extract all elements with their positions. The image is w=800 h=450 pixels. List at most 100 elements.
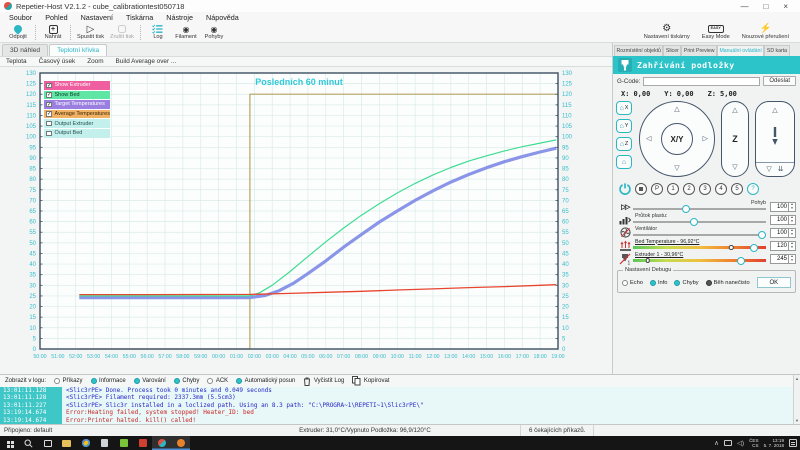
extruder-temp-value-spinner[interactable]: 245▴▾ [770,254,796,264]
log-filter-4[interactable]: ACK [207,378,228,384]
menu-item-2[interactable]: Nastavení [81,13,113,22]
prusa-app-taskbar-icon[interactable] [171,436,190,450]
radio-icon[interactable] [674,280,680,286]
pdf-reader-taskbar-icon[interactable] [133,436,152,450]
legend-item-2[interactable]: ✓Target Temperatures [44,100,110,109]
debug-option-0[interactable]: Echo [622,280,643,286]
speaker-icon[interactable]: ◁) [737,439,744,447]
checkbox-icon[interactable] [46,131,52,137]
park-button[interactable]: P [651,183,663,195]
disconnect-button[interactable]: Odpojit [4,24,32,40]
view-tab-0[interactable]: 3D náhled [2,44,48,56]
bed-temp-slider-knob[interactable] [750,244,758,252]
xy-jog-pad[interactable]: △ ▽ ◁ ▷ X/Y [639,101,715,177]
toggle-log-button[interactable]: Log [144,24,172,40]
log-filter-0[interactable]: Příkazy [54,378,83,384]
gcode-input[interactable] [643,77,760,86]
power-button[interactable] [618,183,631,196]
extrude-icon[interactable]: ▽ [766,165,771,173]
extruder-temp-slider-knob[interactable] [737,257,745,265]
extrude-fast-icon[interactable]: ⇊ [778,165,784,173]
jog-x-minus-icon[interactable]: ◁ [646,136,651,143]
calculator-taskbar-icon[interactable] [95,436,114,450]
fan-slider-knob[interactable] [758,231,766,239]
legend-item-0[interactable]: ✓Show Extruder [44,81,110,90]
z-down-icon[interactable]: ▽ [732,164,737,171]
start-print-button[interactable]: ▷Spustit tisk [74,24,107,40]
log-filter-1[interactable]: Informace [91,378,126,384]
radio-icon[interactable] [622,280,628,286]
preset-2-button[interactable]: 2 [683,183,695,195]
feedrate-value-spinner[interactable]: 100▴▾ [770,202,796,212]
printer-settings-button[interactable]: ⚙Nastavení tiskárny [641,24,693,40]
jog-y-plus-icon[interactable]: △ [674,106,679,113]
language-indicator[interactable]: ČESCS [749,438,758,449]
preset-1-button[interactable]: 1 [667,183,679,195]
log-filter-2[interactable]: Varování [134,378,166,384]
flowrate-value-spinner[interactable]: 100▴▾ [770,215,796,225]
search-taskbar-icon[interactable] [19,436,38,450]
home-y-button[interactable]: ⌂Y [616,119,632,133]
chart-menu-item-0[interactable]: Teplota [6,58,27,65]
slic3r-taskbar-icon[interactable] [114,436,133,450]
checkbox-icon[interactable]: ✓ [46,102,52,108]
legend-item-3[interactable]: ✓Average Temperatures [44,110,110,119]
show-filament-button[interactable]: ◉Filament [172,24,200,40]
log-filter-5[interactable]: Automatický posun [236,378,295,384]
panel-tab-1[interactable]: Slicer [663,45,681,56]
log-filter-6[interactable]: Vyčistit Log [303,377,344,386]
send-button[interactable]: Odeslat [763,76,796,86]
ok-button[interactable]: OK [757,277,791,288]
legend-item-5[interactable]: Output Bed [44,129,110,138]
retract-icon[interactable]: △ [772,107,777,114]
scroll-down-icon[interactable]: ▼ [795,418,799,423]
menu-item-0[interactable]: Soubor [9,13,32,22]
menu-item-5[interactable]: Nápověda [206,13,239,22]
checkbox-icon[interactable] [46,121,52,127]
panel-tab-3[interactable]: Manuální ovládání [717,45,764,56]
legend-item-4[interactable]: Output Extruder [44,119,110,128]
log-scrollbar[interactable]: ▲ ▼ [793,375,800,424]
radio-icon[interactable] [650,280,656,286]
notification-center-icon[interactable] [789,439,797,447]
load-button[interactable]: +Nahrát [39,24,67,40]
home-z-button[interactable]: ⌂Z [616,137,632,151]
debug-option-2[interactable]: Chyby [674,280,698,286]
jog-x-plus-icon[interactable]: ▷ [703,136,708,143]
network-icon[interactable] [724,440,732,446]
task-view-taskbar-icon[interactable] [38,436,57,450]
start-taskbar-icon[interactable] [0,436,19,450]
fan-value-spinner[interactable]: 100▴▾ [770,228,796,238]
preset-5-button[interactable]: 5 [731,183,743,195]
view-tab-1[interactable]: Teplotní křivka [49,44,107,56]
tray-chevron-icon[interactable]: ∧ [714,439,719,447]
emergency-stop-button[interactable]: ⚡Nouzové přerušení [739,24,792,40]
jog-y-minus-icon[interactable]: ▽ [674,165,679,172]
easy-mode-button[interactable]: EASYEasy Mode [699,24,733,40]
extruder-jog-pad[interactable]: △ ▽ ⇊ [755,101,795,177]
show-travel-button[interactable]: ◉Pohyby [200,24,228,40]
z-up-icon[interactable]: △ [732,107,737,114]
menu-item-1[interactable]: Pohled [45,13,67,22]
log-filter-3[interactable]: Chyby [174,378,200,384]
menu-item-3[interactable]: Tiskárna [126,13,153,22]
preset-4-button[interactable]: 4 [715,183,727,195]
home-all-button[interactable]: ⌂ [616,155,632,169]
chart-menu-item-3[interactable]: Build Average over ... [116,58,177,65]
panel-tab-0[interactable]: Rozmístění objektů [614,45,663,56]
scroll-up-icon[interactable]: ▲ [795,376,799,381]
chart-menu-item-2[interactable]: Zoom [87,58,103,65]
maximize-button[interactable]: □ [763,2,768,11]
file-explorer-taskbar-icon[interactable] [57,436,76,450]
close-button[interactable]: × [783,2,788,11]
bed-temp-value-spinner[interactable]: 120▴▾ [770,241,796,251]
feedrate-slider-knob[interactable] [682,205,690,213]
checkbox-icon[interactable]: ✓ [46,92,52,98]
menu-item-4[interactable]: Nástroje [166,13,193,22]
chrome-taskbar-icon[interactable] [76,436,95,450]
motors-off-button[interactable] [635,183,647,195]
repetier-host-taskbar-icon[interactable] [152,436,171,450]
clock[interactable]: 13:195. 7. 2018 [764,438,784,449]
home-x-button[interactable]: ⌂X [616,101,632,115]
z-jog-pad[interactable]: △ Z ▽ [721,101,749,177]
